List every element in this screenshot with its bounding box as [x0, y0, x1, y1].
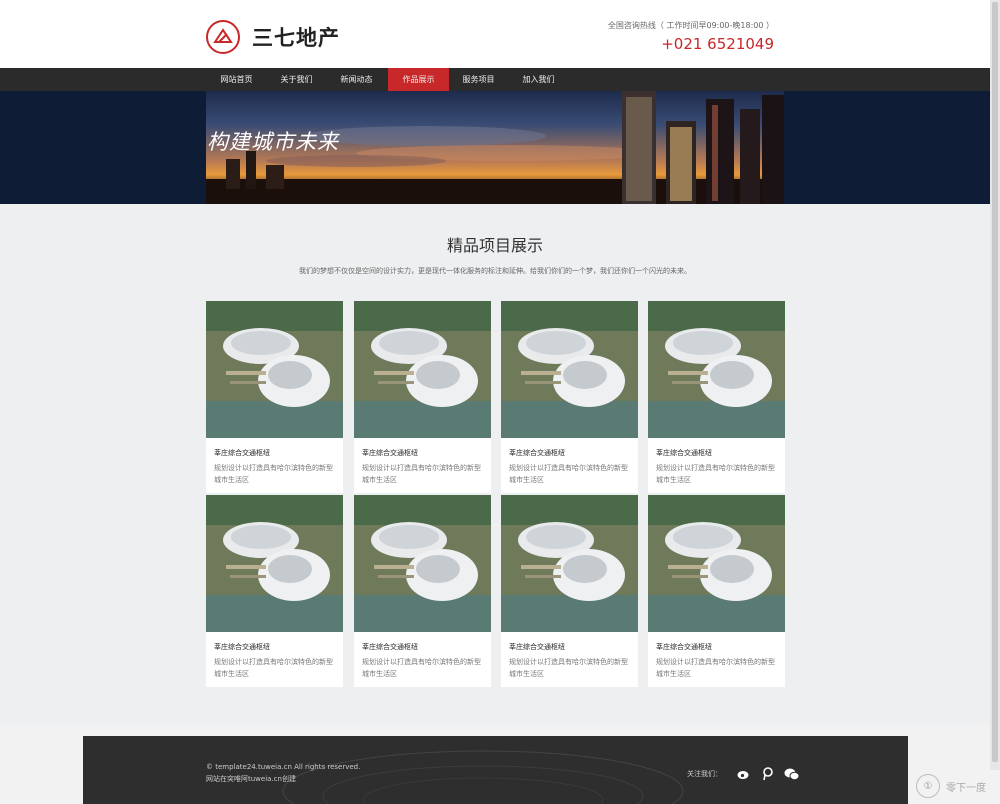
project-card[interactable]: 莘庄综合交通枢纽 规划设计以打造具有哈尔滨特色的新型城市生活区 [354, 495, 491, 687]
hotline: 全国咨询热线（ 工作时间早09:00-晚18:00 ） +021 6521049 [608, 20, 774, 53]
project-card[interactable]: 莘庄综合交通枢纽 规划设计以打造具有哈尔滨特色的新型城市生活区 [501, 495, 638, 687]
section-description: 我们的梦想不仅仅是空间的设计实力，更是现代一体化服务的标注和延伸。给我们你们的一… [299, 267, 691, 275]
nav-item-about[interactable]: 关于我们 [266, 68, 327, 91]
project-card[interactable]: 莘庄综合交通枢纽 规划设计以打造具有哈尔滨特色的新型城市生活区 [354, 301, 491, 493]
nav-item-home[interactable]: 网站首页 [206, 68, 267, 91]
banner [0, 91, 990, 204]
brand-name: 三七地产 [252, 26, 340, 50]
project-title[interactable]: 莘庄综合交通枢纽 [214, 642, 270, 652]
project-image[interactable] [501, 495, 638, 632]
project-card[interactable]: 莘庄综合交通枢纽 规划设计以打造具有哈尔滨特色的新型城市生活区 [206, 301, 343, 493]
project-image[interactable] [206, 495, 343, 632]
project-image[interactable] [501, 301, 638, 438]
nav-item-news[interactable]: 新闻动态 [326, 68, 387, 91]
project-desc: 规划设计以打造具有哈尔滨特色的新型城市生活区 [214, 658, 333, 678]
project-image[interactable] [354, 495, 491, 632]
watermark-text: 零下一度 [946, 782, 986, 794]
project-desc: 规划设计以打造具有哈尔滨特色的新型城市生活区 [509, 658, 628, 678]
nav-item-join[interactable]: 加入我们 [508, 68, 569, 91]
watermark: ① 零下一度 [916, 768, 1000, 804]
project-title[interactable]: 莘庄综合交通枢纽 [656, 448, 712, 458]
tencent-weibo-icon[interactable] [760, 766, 776, 782]
project-card[interactable]: 莘庄综合交通枢纽 规划设计以打造具有哈尔滨特色的新型城市生活区 [648, 301, 785, 493]
project-title[interactable]: 莘庄综合交通枢纽 [656, 642, 712, 652]
site-footer: © template24.tuweia.cn All rights reserv… [83, 736, 908, 804]
project-desc: 规划设计以打造具有哈尔滨特色的新型城市生活区 [656, 658, 775, 678]
project-image[interactable] [354, 301, 491, 438]
nav-item-portfolio[interactable]: 作品展示 [388, 68, 449, 91]
project-card[interactable]: 莘庄综合交通枢纽 规划设计以打造具有哈尔滨特色的新型城市生活区 [501, 301, 638, 493]
watermark-logo-icon: ① [916, 774, 940, 798]
project-desc: 规划设计以打造具有哈尔滨特色的新型城市生活区 [362, 658, 481, 678]
follow-us: 关注我们： [687, 766, 800, 782]
site-header: 三七地产 全国咨询热线（ 工作时间早09:00-晚18:00 ） +021 65… [0, 0, 990, 68]
project-image[interactable] [206, 301, 343, 438]
project-desc: 规划设计以打造具有哈尔滨特色的新型城市生活区 [214, 464, 333, 484]
project-card[interactable]: 莘庄综合交通枢纽 规划设计以打造具有哈尔滨特色的新型城市生活区 [648, 495, 785, 687]
project-title[interactable]: 莘庄综合交通枢纽 [214, 448, 270, 458]
project-desc: 规划设计以打造具有哈尔滨特色的新型城市生活区 [362, 464, 481, 484]
logo[interactable]: 三七地产 [206, 20, 340, 54]
project-title[interactable]: 莘庄综合交通枢纽 [509, 642, 565, 652]
scrollbar[interactable] [990, 0, 1000, 770]
follow-label: 关注我们： [687, 770, 722, 778]
project-title[interactable]: 莘庄综合交通枢纽 [362, 642, 418, 652]
hotline-label: 全国咨询热线（ 工作时间早09:00-晚18:00 ） [607, 21, 774, 30]
project-desc: 规划设计以打造具有哈尔滨特色的新型城市生活区 [509, 464, 628, 484]
project-title[interactable]: 莘庄综合交通枢纽 [362, 448, 418, 458]
project-card[interactable]: 莘庄综合交通枢纽 规划设计以打造具有哈尔滨特色的新型城市生活区 [206, 495, 343, 687]
main-nav: 网站首页 关于我们 新闻动态 作品展示 服务项目 加入我们 [0, 68, 990, 91]
wechat-icon[interactable] [784, 766, 800, 782]
logo-mark-icon [206, 20, 240, 54]
project-image[interactable] [648, 301, 785, 438]
scrollbar-thumb[interactable] [992, 2, 998, 762]
project-desc: 规划设计以打造具有哈尔滨特色的新型城市生活区 [656, 464, 775, 484]
footer-credit[interactable]: 网站在突唯阿tuweia.cn创建 [206, 774, 296, 784]
project-title[interactable]: 莘庄综合交通枢纽 [509, 448, 565, 458]
hotline-phone: +021 6521049 [661, 35, 774, 53]
banner-title: 构建城市未来 [207, 130, 339, 154]
weibo-icon[interactable] [736, 766, 752, 782]
section-title: 精品项目展示 [446, 236, 543, 255]
nav-item-services[interactable]: 服务项目 [448, 68, 509, 91]
project-image[interactable] [648, 495, 785, 632]
footer-copyright: © template24.tuweia.cn All rights reserv… [206, 763, 361, 771]
portfolio-section [0, 204, 990, 725]
